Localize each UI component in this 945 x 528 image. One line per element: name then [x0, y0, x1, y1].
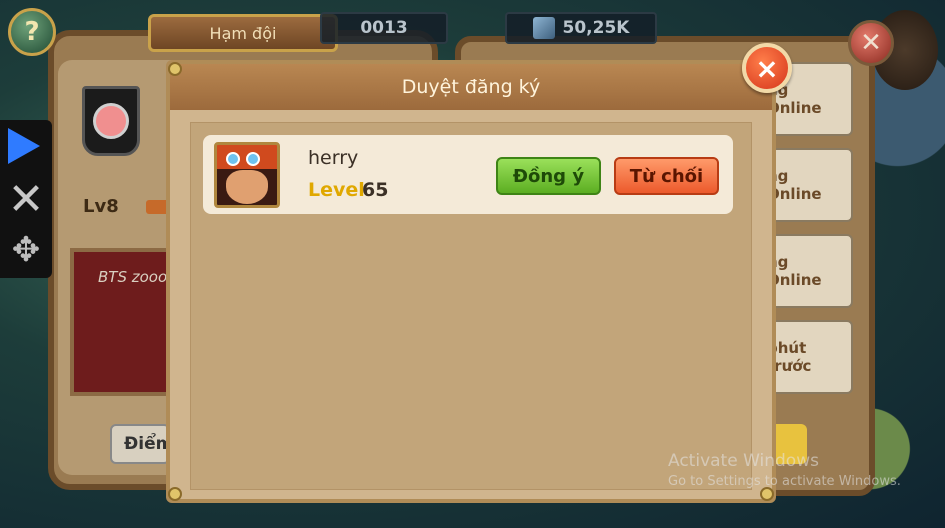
level-value: 65 — [362, 179, 389, 201]
corner-ornament-icon — [168, 487, 182, 501]
dialog-title: Duyệt đăng ký — [401, 76, 541, 98]
fleet-level: Lv8 — [83, 196, 119, 217]
avatar-face — [226, 170, 268, 204]
move-icon[interactable]: ✥ — [6, 230, 46, 270]
level-label: Level — [308, 179, 365, 201]
close-fleet-button[interactable]: ✕ — [848, 20, 894, 66]
goggle-icon — [246, 152, 260, 166]
player-name: herry — [308, 147, 359, 169]
gold-counter: 50,25K — [505, 12, 657, 44]
fleet-tab-title[interactable]: Hạm đội — [148, 14, 338, 52]
help-button[interactable]: ? — [8, 8, 56, 56]
gold-icon — [532, 17, 555, 39]
member-card[interactable]: ng Online — [765, 148, 853, 222]
top-counter: 0013 — [320, 12, 448, 44]
flag-emblem-icon — [93, 103, 129, 139]
member-card[interactable]: ng Online — [765, 234, 853, 308]
fleet-motto: BTS zooo — [98, 268, 168, 286]
corner-ornament-icon — [760, 487, 774, 501]
play-icon[interactable] — [8, 128, 40, 164]
gold-value: 50,25K — [562, 18, 630, 38]
close-dialog-button[interactable]: × — [742, 43, 792, 93]
activation-watermark-title: Activate Windows — [668, 451, 819, 471]
fleet-flag-icon — [82, 86, 140, 156]
member-card[interactable]: phút trước — [765, 320, 853, 394]
accept-button[interactable]: Đồng ý — [496, 157, 601, 195]
corner-ornament-icon — [168, 62, 182, 76]
goggle-icon — [226, 152, 240, 166]
reject-button[interactable]: Từ chối — [614, 157, 719, 195]
points-button[interactable]: Điểm — [110, 424, 173, 464]
close-icon[interactable]: ✕ — [6, 178, 46, 222]
activation-watermark-text: Go to Settings to activate Windows. — [668, 474, 901, 489]
